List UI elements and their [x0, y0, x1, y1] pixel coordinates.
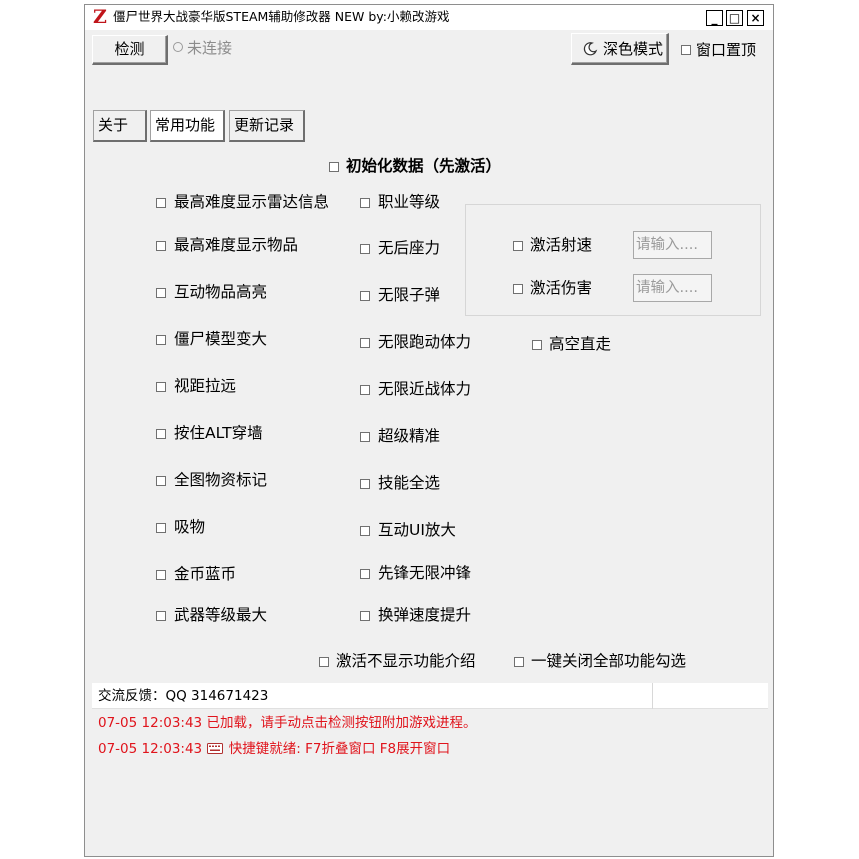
keyboard-icon [207, 743, 224, 754]
tab-common-features[interactable]: 常用功能 [150, 110, 225, 142]
tab-about[interactable]: 关于 [93, 110, 147, 142]
col1-label-9: 武器等级最大 [174, 606, 268, 624]
minimize-button[interactable]: _ [706, 10, 723, 26]
col1-checkbox-4[interactable] [156, 382, 166, 392]
damage-label: 激活伤害 [530, 279, 593, 297]
col2-label-1: 无后座力 [378, 239, 441, 257]
feedback-header: 交流反馈：QQ 314671423 [92, 683, 768, 709]
feedback-text: 交流反馈：QQ 314671423 [98, 688, 269, 704]
col2-label-8: 先锋无限冲锋 [378, 564, 472, 582]
col2-label-6: 技能全选 [378, 474, 441, 492]
col2-checkbox-1[interactable] [360, 244, 370, 254]
col2-label-3: 无限跑动体力 [378, 333, 472, 351]
log-message: 快捷键就绪: F7折叠窗口 F8展开窗口 [228, 741, 451, 757]
hide-intro-checkbox[interactable] [319, 657, 329, 667]
col2-checkbox-0[interactable] [360, 198, 370, 208]
connection-status: 未连接 [187, 39, 233, 57]
tab-update-log[interactable]: 更新记录 [229, 110, 305, 142]
col1-label-7: 吸物 [174, 518, 206, 536]
log-time: 07-05 12:03:43 [98, 741, 203, 757]
damage-group-box [465, 204, 761, 316]
col1-label-2: 互动物品高亮 [174, 283, 268, 301]
topmost-checkbox[interactable] [681, 45, 691, 55]
status-indicator-icon [173, 42, 183, 52]
col1-label-8: 金币蓝币 [174, 565, 237, 583]
col2-checkbox-3[interactable] [360, 338, 370, 348]
col2-label-0: 职业等级 [378, 193, 441, 211]
close-icon: × [750, 11, 761, 25]
col1-checkbox-2[interactable] [156, 288, 166, 298]
init-data-label: 初始化数据（先激活） [346, 157, 502, 175]
col2-checkbox-8[interactable] [360, 569, 370, 579]
col1-checkbox-5[interactable] [156, 429, 166, 439]
col1-checkbox-9[interactable] [156, 611, 166, 621]
log-entry: 07-05 12:03:43 快捷键就绪: F7折叠窗口 F8展开窗口 [98, 740, 450, 758]
col2-label-9: 换弹速度提升 [378, 606, 472, 624]
col2-checkbox-2[interactable] [360, 291, 370, 301]
damage-checkbox[interactable] [513, 284, 523, 294]
init-data-checkbox[interactable] [329, 162, 339, 172]
col2-label-7: 互动UI放大 [378, 521, 456, 539]
fire-rate-checkbox[interactable] [513, 241, 523, 251]
close-all-checkbox[interactable] [514, 657, 524, 667]
fly-walk-checkbox[interactable] [532, 340, 542, 350]
title-bar[interactable]: Z 僵尸世界大战豪华版STEAM辅助修改器 NEW by:小赖改游戏 _ □ × [85, 5, 773, 30]
col1-label-5: 按住ALT穿墙 [174, 424, 263, 442]
close-all-label: 一键关闭全部功能勾选 [531, 652, 687, 670]
window-title: 僵尸世界大战豪华版STEAM辅助修改器 NEW by:小赖改游戏 [113, 9, 450, 24]
col1-checkbox-6[interactable] [156, 476, 166, 486]
col2-checkbox-5[interactable] [360, 432, 370, 442]
col1-label-0: 最高难度显示雷达信息 [174, 193, 330, 211]
log-time: 07-05 12:03:43 [98, 715, 203, 731]
detect-button[interactable]: 检测 [92, 35, 168, 65]
dark-mode-label: 深色模式 [603, 40, 664, 58]
fire-rate-label: 激活射速 [530, 236, 593, 254]
log-message: 已加载，请手动点击检测按钮附加游戏进程。 [206, 715, 477, 731]
col2-label-2: 无限子弹 [378, 286, 441, 304]
col2-checkbox-6[interactable] [360, 479, 370, 489]
col2-checkbox-9[interactable] [360, 611, 370, 621]
damage-input[interactable]: 请输入.... [633, 274, 712, 302]
maximize-icon: □ [728, 11, 741, 25]
col2-checkbox-4[interactable] [360, 385, 370, 395]
header-divider [652, 683, 653, 709]
col1-label-6: 全图物资标记 [174, 471, 268, 489]
col1-checkbox-3[interactable] [156, 335, 166, 345]
minimize-icon: _ [711, 11, 718, 25]
col1-label-1: 最高难度显示物品 [174, 236, 299, 254]
hide-intro-label: 激活不显示功能介绍 [336, 652, 476, 670]
fire-rate-input[interactable]: 请输入.... [633, 231, 712, 259]
log-panel[interactable]: 交流反馈：QQ 314671423 07-05 12:03:43 已加载，请手动… [92, 683, 768, 855]
col1-label-4: 视距拉远 [174, 377, 237, 395]
col1-checkbox-7[interactable] [156, 523, 166, 533]
col2-label-5: 超级精准 [378, 427, 441, 445]
fly-walk-label: 高空直走 [549, 335, 612, 353]
log-entry: 07-05 12:03:43 已加载，请手动点击检测按钮附加游戏进程。 [98, 714, 476, 732]
col1-checkbox-0[interactable] [156, 198, 166, 208]
moon-icon [583, 42, 598, 56]
dark-mode-button[interactable]: 深色模式 [571, 33, 669, 65]
col2-label-4: 无限近战体力 [378, 380, 472, 398]
close-button[interactable]: × [747, 10, 764, 26]
col1-checkbox-1[interactable] [156, 241, 166, 251]
topmost-label: 窗口置顶 [696, 41, 757, 59]
col2-checkbox-7[interactable] [360, 526, 370, 536]
col1-label-3: 僵尸模型变大 [174, 330, 268, 348]
col1-checkbox-8[interactable] [156, 570, 166, 580]
main-window: Z 僵尸世界大战豪华版STEAM辅助修改器 NEW by:小赖改游戏 _ □ ×… [84, 4, 774, 857]
maximize-button[interactable]: □ [726, 10, 743, 26]
app-icon: Z [93, 6, 107, 28]
